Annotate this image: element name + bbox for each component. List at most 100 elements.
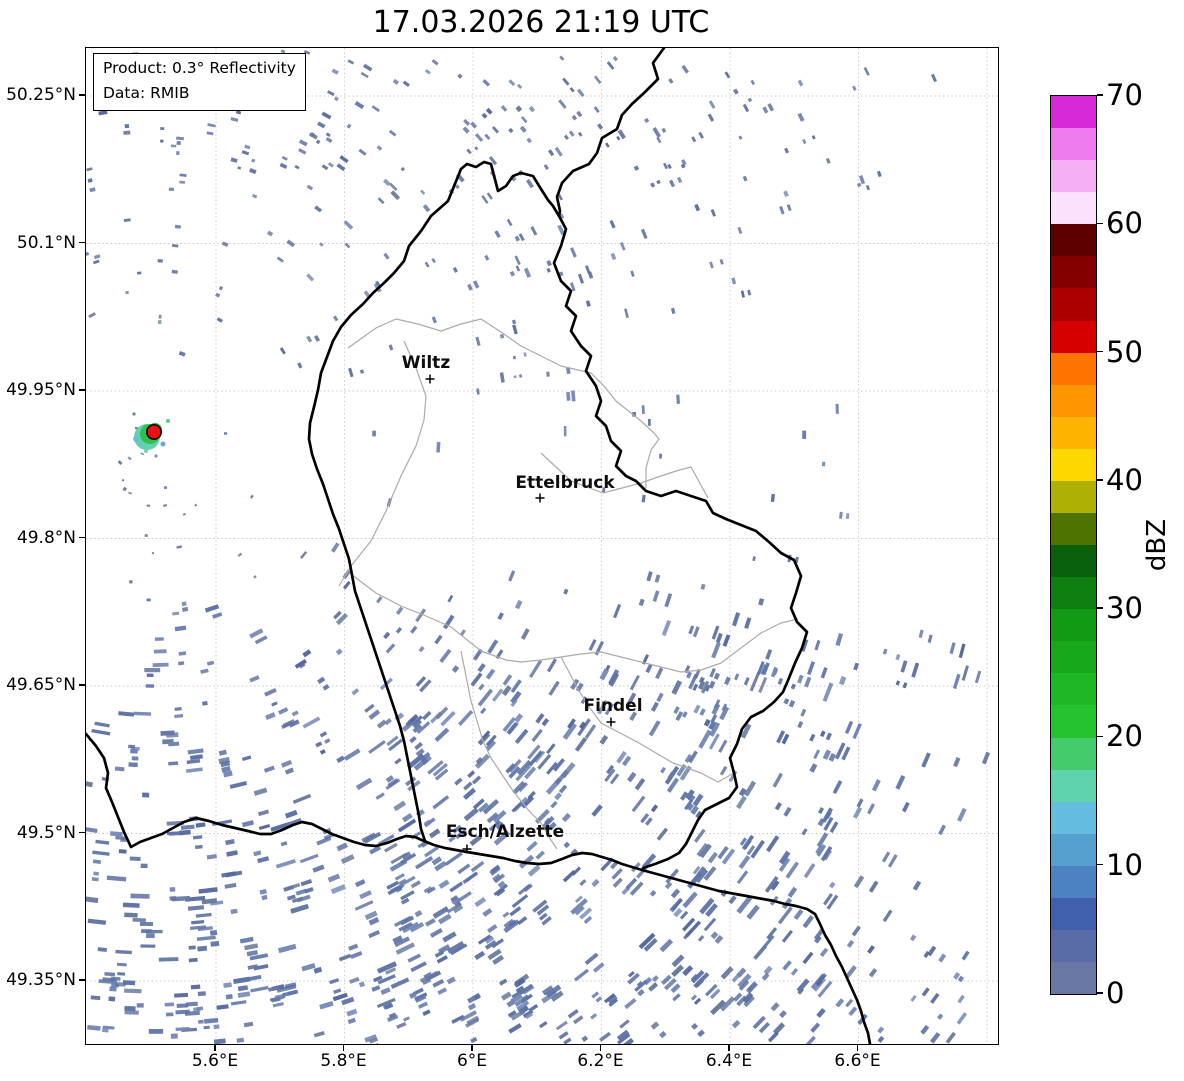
- radar-echo: [239, 936, 254, 944]
- radar-clutter-blob: [132, 412, 136, 416]
- radar-echo: [911, 662, 920, 678]
- radar-echo: [116, 962, 127, 967]
- colorbar-axis-label: dBZ: [1142, 518, 1172, 572]
- radar-echo: [481, 112, 488, 119]
- radar-echo: [845, 513, 850, 519]
- radar-echo: [591, 878, 600, 888]
- radar-echo: [384, 717, 393, 726]
- radar-echo: [676, 176, 683, 184]
- radar-echo: [203, 1017, 219, 1024]
- radar-echo: [314, 334, 321, 342]
- radar-echo: [661, 620, 672, 637]
- radar-echo: [656, 136, 662, 144]
- radar-echo: [376, 145, 383, 151]
- radar-echo: [517, 884, 531, 896]
- radar-echo: [476, 388, 480, 395]
- radar-echo: [570, 247, 577, 258]
- city-label: Wiltz: [402, 353, 451, 373]
- radar-echo: [153, 649, 167, 654]
- radar-echo: [558, 99, 567, 109]
- radar-echo: [319, 1001, 334, 1010]
- radar-echo: [93, 871, 100, 876]
- radar-echo: [852, 723, 862, 740]
- radar-echo: [368, 709, 381, 720]
- lat-tick-label: 49.8°N: [16, 527, 76, 548]
- radar-echo: [286, 883, 301, 891]
- radar-echo: [597, 123, 604, 130]
- radar-echo: [949, 642, 956, 655]
- radar-echo: [797, 112, 805, 122]
- radar-echo: [790, 968, 799, 976]
- radar-echo: [131, 756, 139, 761]
- radar-echo: [333, 315, 339, 322]
- radar-echo: [396, 1021, 407, 1029]
- radar-echo: [129, 580, 133, 584]
- radar-echo: [383, 252, 390, 260]
- radar-echo: [436, 441, 441, 453]
- radar-echo: [478, 683, 485, 691]
- radar-echo: [241, 150, 250, 156]
- radar-echo: [394, 757, 402, 765]
- radar-echo: [224, 882, 237, 889]
- radar-echo: [178, 829, 191, 836]
- radar-echo: [541, 718, 550, 727]
- radar-echo: [438, 879, 450, 889]
- radar-echo: [710, 714, 718, 723]
- radar-echo: [86, 896, 99, 904]
- colorbar-segment: [1051, 448, 1096, 481]
- radar-echo: [957, 807, 967, 822]
- radar-echo: [451, 665, 460, 673]
- radar-echo: [266, 230, 274, 237]
- radar-echo: [432, 795, 450, 810]
- colorbar-segment: [1051, 641, 1096, 674]
- radar-echo: [297, 362, 303, 369]
- colorbar-segment: [1051, 833, 1096, 866]
- radar-echo: [434, 634, 443, 645]
- radar-echo: [114, 766, 125, 772]
- radar-echo: [515, 265, 521, 272]
- radar-echo: [590, 1013, 598, 1020]
- radar-echo: [895, 680, 901, 686]
- radar-echo: [644, 117, 650, 124]
- radar-echo: [193, 1007, 201, 1012]
- radar-echo: [719, 765, 728, 776]
- radar-echo: [91, 876, 99, 882]
- radar-echo: [868, 968, 878, 978]
- lat-tick-label: 49.35°N: [6, 970, 76, 990]
- radar-echo: [715, 632, 723, 644]
- colorbar-segment: [1051, 192, 1096, 225]
- radar-echo: [244, 943, 259, 951]
- radar-echo: [930, 73, 938, 83]
- radar-echo: [731, 277, 737, 285]
- colorbar-segment: [1051, 384, 1096, 417]
- radar-echo: [508, 79, 516, 87]
- radar-echo: [258, 824, 271, 830]
- radar-echo: [499, 333, 505, 339]
- radar-echo: [343, 748, 361, 761]
- radar-echo: [124, 912, 138, 918]
- radar-echo: [237, 985, 249, 992]
- radar-echo: [693, 704, 701, 714]
- radar-echo: [321, 111, 332, 120]
- radar-echo: [938, 953, 947, 963]
- radar-echo: [810, 1022, 821, 1033]
- radar-echo: [700, 583, 706, 590]
- radar-echo: [709, 261, 714, 269]
- radar-echo: [388, 129, 397, 137]
- radar-echo: [424, 69, 431, 75]
- radar-echo: [494, 230, 501, 238]
- radar-echo: [101, 1028, 109, 1033]
- radar-echo: [299, 853, 319, 864]
- radar-echo: [148, 1028, 164, 1034]
- radar-echo: [804, 676, 812, 688]
- radar-echo: [638, 598, 645, 607]
- radar-echo: [431, 59, 439, 66]
- radar-echo: [671, 954, 685, 968]
- radar-echo: [368, 930, 381, 939]
- radar-echo: [327, 162, 334, 168]
- radar-echo: [900, 660, 908, 673]
- radar-echo: [347, 1017, 356, 1025]
- radar-echo: [811, 135, 816, 140]
- radar-echo: [146, 598, 151, 602]
- radar-echo: [117, 460, 123, 466]
